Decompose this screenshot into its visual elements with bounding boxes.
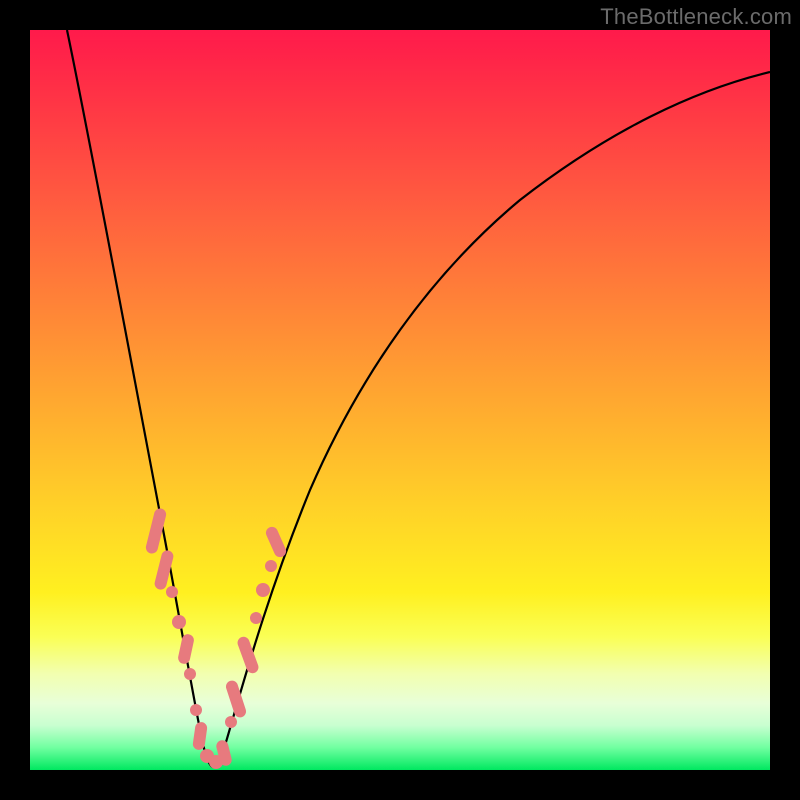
bottleneck-curve <box>67 30 770 767</box>
plot-area <box>30 30 770 770</box>
bead-cluster-right-mid <box>224 612 262 728</box>
chart-frame: TheBottleneck.com <box>0 0 800 800</box>
bead-cluster-left-mid <box>172 615 196 680</box>
curve-layer <box>30 30 770 770</box>
watermark-text: TheBottleneck.com <box>600 4 792 30</box>
